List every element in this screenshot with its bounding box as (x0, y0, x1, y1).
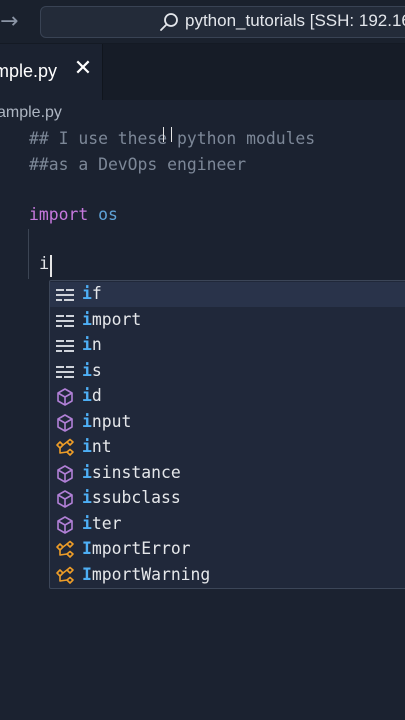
suggestion-item[interactable]: input (50, 410, 405, 435)
text-caret (50, 255, 52, 277)
class-icon (55, 566, 75, 586)
suggestion-label: issubclass (82, 487, 181, 509)
method-icon (55, 489, 75, 509)
keyword-icon (55, 336, 75, 356)
suggestion-rest: nt (91, 437, 112, 456)
suggestion-item[interactable]: isinstance (50, 461, 405, 486)
suggestion-match: i (82, 513, 92, 533)
suggestion-item[interactable]: iter (50, 512, 405, 537)
suggestion-match: i (82, 284, 92, 303)
suggestion-label: ImportError (82, 538, 191, 560)
typed-text: i (39, 254, 50, 274)
suggestion-match: i (82, 462, 92, 482)
suggestion-item[interactable]: id (50, 384, 405, 409)
tab-example-py[interactable]: mple.py ✕ (0, 44, 103, 100)
keyword-icon (55, 362, 75, 382)
close-icon[interactable]: ✕ (72, 58, 94, 80)
suggestion-label: if (82, 283, 102, 305)
suggestion-match: i (82, 411, 92, 431)
suggestion-match: I (82, 564, 92, 584)
code-line-comment: ## I use these python modules (29, 129, 316, 148)
keyword-icon (55, 285, 75, 305)
editor-tab-bar: mple.py ✕ (0, 44, 405, 100)
breadcrumb[interactable]: ample.py (0, 104, 62, 122)
suggestion-label: id (82, 385, 102, 407)
suggestion-rest: ter (91, 513, 122, 533)
suggestion-match: I (82, 539, 92, 558)
suggestion-label: isinstance (82, 462, 181, 484)
suggestion-rest: mportWarning (91, 564, 211, 584)
keyword-icon (55, 311, 75, 331)
suggestion-label: int (82, 436, 112, 458)
suggestion-label: in (82, 334, 102, 356)
suggestion-item[interactable]: is (50, 359, 405, 384)
method-icon (55, 515, 75, 535)
title-bar: → python_tutorials [SSH: 192.168 (0, 0, 405, 44)
suggestion-rest: mport (91, 309, 142, 329)
suggestion-label: iter (82, 513, 121, 535)
indent-guide (28, 229, 29, 279)
module-name: os (98, 205, 118, 224)
suggestion-widget[interactable]: if import in is id input int isinstance issubcla… (49, 280, 405, 589)
suggestion-match: i (82, 360, 92, 380)
suggestion-match: i (82, 437, 92, 456)
class-icon (55, 438, 75, 458)
suggestion-item[interactable]: issubclass (50, 486, 405, 511)
suggestion-label: input (82, 411, 131, 433)
suggestion-item[interactable]: in (50, 333, 405, 358)
suggestion-match: i (82, 309, 92, 329)
suggestion-rest: mportError (91, 539, 191, 558)
suggestion-rest: ssubclass (91, 488, 181, 507)
suggestion-item[interactable]: import (50, 308, 405, 333)
tab-label: mple.py (0, 61, 58, 81)
method-icon (55, 464, 75, 484)
suggestion-label: ImportWarning (82, 564, 210, 586)
suggestion-item[interactable]: ImportWarning (50, 563, 405, 588)
suggestion-match: i (82, 335, 92, 354)
suggestion-label: import (82, 309, 141, 331)
arrow-right-icon[interactable]: → (0, 8, 24, 36)
code-line-import: import os (29, 205, 118, 224)
mouse-ibeam-cursor (163, 127, 172, 142)
suggestion-label: is (82, 360, 102, 382)
import-keyword: import (29, 205, 89, 224)
suggestion-match: i (82, 386, 92, 405)
command-center-search[interactable]: python_tutorials [SSH: 192.168 (40, 6, 405, 38)
suggestion-rest: f (91, 284, 102, 303)
suggestion-item[interactable]: if (50, 282, 405, 307)
suggestion-rest: s (91, 360, 102, 380)
suggestion-rest: n (91, 335, 102, 354)
suggestion-match: i (82, 488, 92, 507)
suggestion-rest: sinstance (91, 462, 181, 482)
method-icon (55, 387, 75, 407)
class-icon (55, 540, 75, 560)
code-line-comment: ##as a DevOps engineer (29, 155, 247, 174)
method-icon (55, 413, 75, 433)
search-icon (160, 13, 178, 31)
suggestion-rest: d (91, 386, 102, 405)
suggestion-item[interactable]: int (50, 435, 405, 460)
suggestion-item[interactable]: ImportError (50, 537, 405, 562)
workspace-title: python_tutorials [SSH: 192.168 (185, 11, 405, 30)
suggestion-rest: nput (91, 411, 132, 431)
